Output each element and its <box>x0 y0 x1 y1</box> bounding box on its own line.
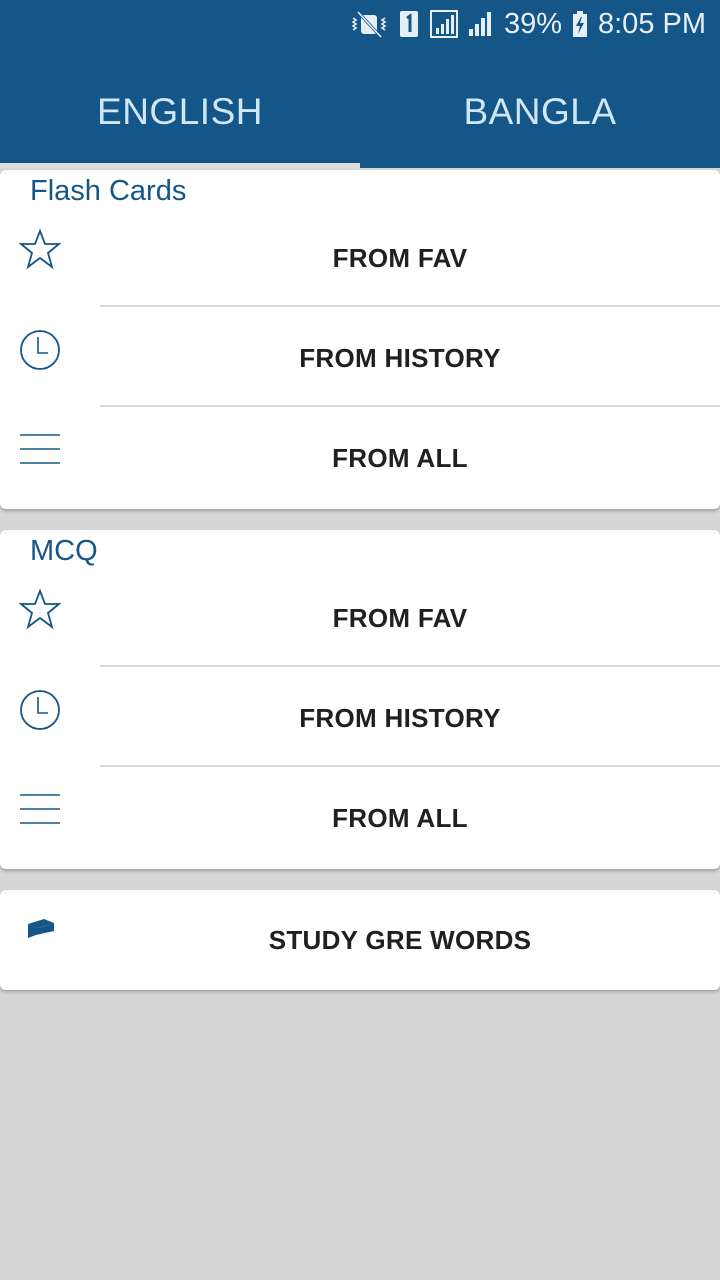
flash-cards-from-fav-label: FROM FAV <box>332 243 468 273</box>
battery-percent: 39% <box>503 7 562 40</box>
mcq-title: MCQ <box>30 535 98 567</box>
clock-icon <box>18 688 62 737</box>
mcq-from-history-button[interactable]: FROM HISTORY <box>0 668 720 768</box>
status-icons: 39% 8:05 PM <box>350 6 706 42</box>
tab-bar: ENGLISH BANGLA <box>0 56 720 168</box>
flash-cards-card: Flash Cards FROM FAV FROM HISTORY FROM A… <box>0 170 720 509</box>
sim-1-icon <box>398 10 420 38</box>
flash-cards-from-fav-button[interactable]: FROM FAV <box>0 208 720 308</box>
list-icon <box>18 792 62 831</box>
divider <box>100 665 720 667</box>
divider <box>100 405 720 407</box>
flash-cards-from-all-label: FROM ALL <box>332 443 468 473</box>
tab-english-label: ENGLISH <box>97 91 263 132</box>
study-gre-words-button[interactable]: STUDY GRE WORDS <box>0 890 720 990</box>
flash-cards-title: Flash Cards <box>30 175 187 207</box>
study-gre-card: STUDY GRE WORDS <box>0 890 720 990</box>
tab-english[interactable]: ENGLISH <box>0 56 360 168</box>
signal-icon <box>429 10 458 38</box>
divider <box>100 305 720 307</box>
clock-time: 8:05 PM <box>598 7 706 40</box>
mcq-from-all-button[interactable]: FROM ALL <box>0 768 720 868</box>
study-gre-words-label: STUDY GRE WORDS <box>268 925 532 955</box>
mcq-card: MCQ FROM FAV FROM HISTORY FROM ALL <box>0 530 720 869</box>
mcq-from-history-label: FROM HISTORY <box>299 703 501 733</box>
clock-icon <box>18 328 62 377</box>
flash-cards-from-history-label: FROM HISTORY <box>299 343 501 373</box>
tab-bangla-label: BANGLA <box>463 91 617 132</box>
battery-charging-icon <box>572 10 588 38</box>
list-icon <box>18 432 62 471</box>
mcq-from-fav-label: FROM FAV <box>332 603 468 633</box>
flash-cards-from-history-button[interactable]: FROM HISTORY <box>0 308 720 408</box>
divider <box>100 765 720 767</box>
mcq-from-fav-button[interactable]: FROM FAV <box>0 568 720 668</box>
signal-icon <box>468 10 494 38</box>
flash-cards-from-all-button[interactable]: FROM ALL <box>0 408 720 508</box>
selected-tab-indicator <box>0 163 360 168</box>
mcq-from-all-label: FROM ALL <box>332 803 468 833</box>
star-icon <box>18 228 62 275</box>
graduation-cap-icon <box>24 915 56 948</box>
mute-icon <box>350 9 388 39</box>
tab-bangla[interactable]: BANGLA <box>360 56 720 168</box>
status-bar: 39% 8:05 PM <box>0 0 720 48</box>
star-icon <box>18 588 62 635</box>
app-bar: 39% 8:05 PM ENGLISH BANGLA <box>0 0 720 168</box>
